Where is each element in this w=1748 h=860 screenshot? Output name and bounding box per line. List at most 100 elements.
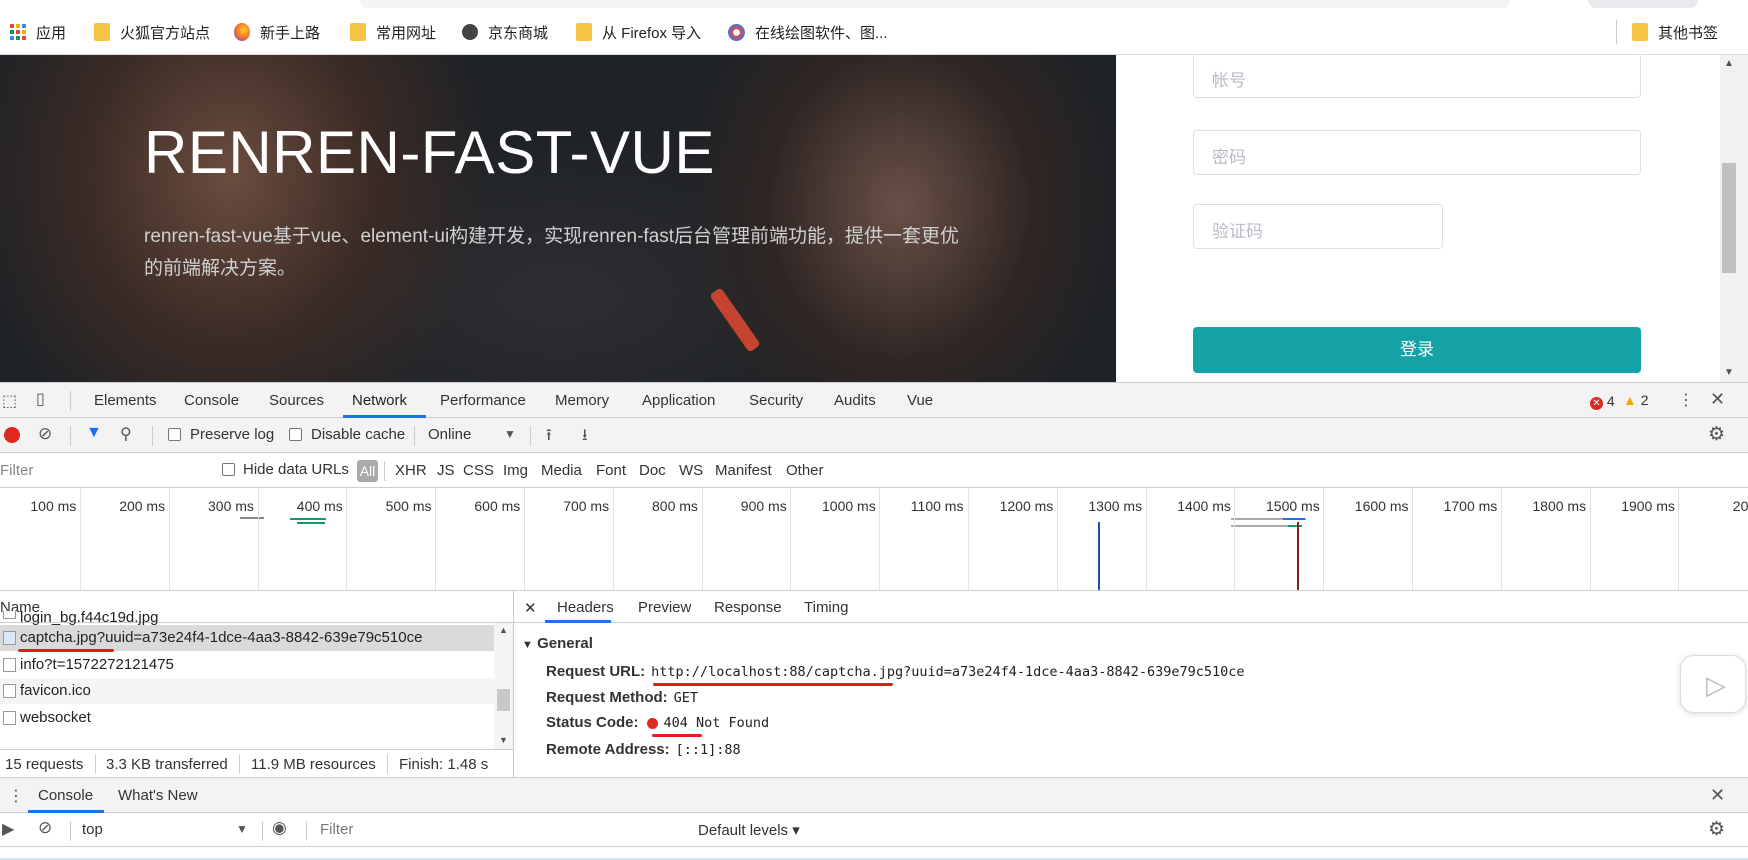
preserve-log-checkbox[interactable] bbox=[168, 428, 181, 441]
bookmark-jd[interactable]: 京东商城 bbox=[462, 20, 548, 44]
drawer-tab-bar: ⋮ Console What's New ✕ bbox=[0, 778, 1748, 813]
tab-security[interactable]: Security bbox=[749, 392, 803, 409]
import-har-icon[interactable]: ⭱ bbox=[546, 424, 552, 451]
chevron-down-icon[interactable]: ▼ bbox=[504, 427, 516, 441]
scroll-down-arrow-icon[interactable]: ▼ bbox=[499, 735, 508, 745]
filter-other[interactable]: Other bbox=[786, 462, 824, 479]
username-input[interactable]: 帐号 bbox=[1193, 55, 1641, 98]
clear-console-icon[interactable]: ⊘ bbox=[38, 818, 52, 838]
address-bar[interactable] bbox=[360, 0, 1510, 8]
divider bbox=[414, 426, 415, 446]
chevron-down-icon[interactable]: ▼ bbox=[236, 822, 248, 836]
filter-xhr[interactable]: XHR bbox=[395, 462, 427, 479]
request-name: login_bg.f44c19d.jpg bbox=[20, 611, 159, 625]
bookmark-processon[interactable]: 在线绘图软件、图... bbox=[728, 20, 888, 44]
filter-funnel-icon[interactable]: ▼ bbox=[86, 424, 102, 442]
show-sidebar-icon[interactable]: ▶ bbox=[2, 819, 14, 839]
request-row[interactable]: info?t=1572272121475 bbox=[0, 652, 494, 678]
floating-play-button[interactable]: ▷ bbox=[1680, 655, 1746, 713]
close-devtools-icon[interactable]: ✕ bbox=[1710, 389, 1725, 410]
tab-sources[interactable]: Sources bbox=[269, 392, 324, 409]
tab-network[interactable]: Network bbox=[352, 392, 407, 409]
filter-img[interactable]: Img bbox=[503, 462, 528, 479]
settings-gear-icon[interactable]: ⚙ bbox=[1708, 423, 1725, 446]
status-code-value: 404 Not Found bbox=[663, 715, 770, 731]
filter-font[interactable]: Font bbox=[596, 462, 626, 479]
network-toolbar: ⊘ ▼ ⚲ Preserve log Disable cache Online … bbox=[0, 418, 1748, 453]
network-overview-timeline[interactable]: 100 ms 200 ms 300 ms 400 ms 500 ms 600 ms 700 … bbox=[0, 488, 1748, 591]
scroll-thumb[interactable] bbox=[497, 689, 510, 711]
scroll-up-arrow-icon[interactable]: ▲ bbox=[1724, 58, 1734, 69]
timeline-gridline bbox=[346, 488, 348, 590]
password-input[interactable]: 密码 bbox=[1193, 130, 1641, 175]
export-har-icon[interactable]: ⭳ bbox=[582, 424, 588, 451]
general-section-header[interactable]: ▼ General bbox=[522, 635, 593, 652]
console-settings-gear-icon[interactable]: ⚙ bbox=[1708, 818, 1725, 841]
throttle-select[interactable]: Online bbox=[428, 426, 471, 443]
annotation-underline bbox=[653, 683, 893, 686]
close-detail-icon[interactable]: ✕ bbox=[524, 599, 537, 617]
bookmark-common-sites[interactable]: 常用网址 bbox=[350, 20, 436, 44]
request-row[interactable]: login_bg.f44c19d.jpg bbox=[0, 611, 494, 625]
device-toolbar-icon[interactable]: ▯ bbox=[36, 389, 45, 409]
filter-js[interactable]: JS bbox=[437, 462, 455, 479]
tab-performance[interactable]: Performance bbox=[440, 392, 526, 409]
console-filter-input[interactable]: Filter bbox=[320, 821, 353, 838]
drawer-tab-whats-new[interactable]: What's New bbox=[118, 787, 198, 804]
drawer-menu-icon[interactable]: ⋮ bbox=[8, 786, 24, 806]
tab-application[interactable]: Application bbox=[642, 392, 715, 409]
request-list-scrollbar[interactable]: ▲ ▼ bbox=[494, 623, 513, 749]
drawer-tab-console[interactable]: Console bbox=[38, 787, 93, 804]
inspect-element-icon[interactable]: ⬚ bbox=[2, 391, 17, 411]
tab-audits[interactable]: Audits bbox=[834, 392, 876, 409]
log-levels-select[interactable]: Default levels ▾ bbox=[698, 821, 800, 839]
warning-counter[interactable]: ▲ 2 bbox=[1623, 392, 1649, 408]
captcha-input[interactable]: 验证码 bbox=[1193, 204, 1443, 249]
bookmark-apps[interactable]: 应用 bbox=[10, 20, 66, 44]
tab-timing[interactable]: Timing bbox=[804, 599, 848, 616]
filter-input[interactable]: Filter bbox=[0, 462, 33, 479]
request-row-selected[interactable]: captcha.jpg?uuid=a73e24f4-1dce-4aa3-8842… bbox=[0, 625, 494, 651]
scroll-up-arrow-icon[interactable]: ▲ bbox=[499, 625, 508, 635]
filter-media[interactable]: Media bbox=[541, 462, 582, 479]
tab-console[interactable]: Console bbox=[184, 392, 239, 409]
search-icon[interactable]: ⚲ bbox=[120, 424, 132, 444]
bookmark-firefox-site[interactable]: 火狐官方站点 bbox=[94, 20, 210, 44]
filter-manifest[interactable]: Manifest bbox=[715, 462, 772, 479]
filter-doc[interactable]: Doc bbox=[639, 462, 666, 479]
hide-data-urls-label: Hide data URLs bbox=[243, 461, 349, 478]
network-panel: Name login_bg.f44c19d.jpg captcha.jpg?uu… bbox=[0, 591, 1748, 777]
filter-css[interactable]: CSS bbox=[463, 462, 494, 479]
general-section-title: General bbox=[537, 635, 593, 652]
clear-icon[interactable]: ⊘ bbox=[38, 424, 52, 444]
disable-cache-checkbox[interactable] bbox=[289, 428, 302, 441]
filter-ws[interactable]: WS bbox=[679, 462, 703, 479]
waterfall-bar bbox=[240, 517, 264, 519]
bookmark-getting-started[interactable]: 新手上路 bbox=[234, 20, 320, 44]
eye-icon[interactable]: ◉ bbox=[272, 818, 287, 838]
request-row[interactable]: websocket bbox=[0, 705, 494, 731]
divider bbox=[387, 754, 388, 774]
close-drawer-icon[interactable]: ✕ bbox=[1710, 785, 1725, 806]
folder-icon bbox=[94, 23, 110, 41]
request-row[interactable]: favicon.ico bbox=[0, 678, 494, 704]
scroll-down-arrow-icon[interactable]: ▼ bbox=[1724, 367, 1734, 378]
bookmark-firefox-import[interactable]: 从 Firefox 导入 bbox=[576, 20, 701, 44]
page-scrollbar[interactable]: ▲ ▼ bbox=[1720, 55, 1748, 382]
context-select[interactable]: top bbox=[82, 821, 103, 838]
scroll-thumb[interactable] bbox=[1722, 163, 1736, 273]
tab-preview[interactable]: Preview bbox=[638, 599, 691, 616]
tab-vue[interactable]: Vue bbox=[907, 392, 933, 409]
tab-response[interactable]: Response bbox=[714, 599, 782, 616]
filter-all-button[interactable]: All bbox=[357, 460, 378, 482]
bookmark-other[interactable]: 其他书签 bbox=[1632, 20, 1718, 44]
profile-button[interactable] bbox=[1588, 0, 1698, 8]
tab-headers[interactable]: Headers bbox=[557, 599, 614, 616]
error-counter[interactable]: ✕ 4 bbox=[1590, 393, 1615, 410]
tab-memory[interactable]: Memory bbox=[555, 392, 609, 409]
login-button[interactable]: 登录 bbox=[1193, 327, 1641, 373]
record-icon[interactable] bbox=[4, 427, 20, 443]
hide-data-urls-checkbox[interactable] bbox=[222, 463, 235, 476]
more-options-icon[interactable]: ⋮ bbox=[1678, 390, 1694, 410]
tab-elements[interactable]: Elements bbox=[94, 392, 157, 409]
